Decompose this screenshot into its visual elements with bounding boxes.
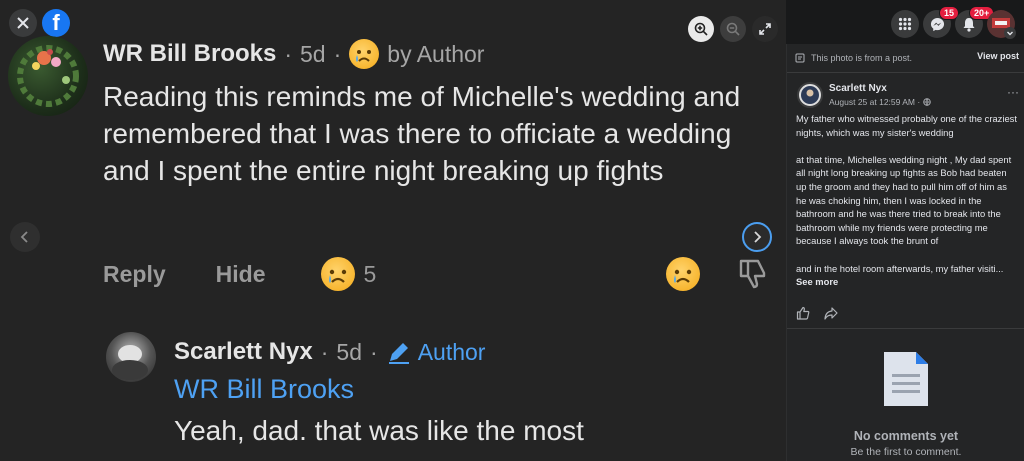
reply-author[interactable]: Scarlett Nyx xyxy=(174,338,313,366)
document-icon xyxy=(884,352,928,406)
top-navigation: 15 20+ xyxy=(786,0,1024,44)
author-tag: by Author xyxy=(387,40,485,67)
mentioned-user-link[interactable]: WR Bill Brooks xyxy=(174,374,354,405)
view-post-link[interactable]: View post xyxy=(977,51,1019,61)
divider xyxy=(787,72,1024,73)
photo-viewer: f WR Bill Brooks · 5d · by Author Readin… xyxy=(0,0,786,461)
hide-button[interactable]: Hide xyxy=(216,261,266,288)
author-badge: Author xyxy=(417,338,486,365)
zoom-out-icon xyxy=(726,22,740,36)
post-actions xyxy=(796,306,838,320)
no-comments-title: No comments yet xyxy=(853,429,959,443)
portrait-avatar-image xyxy=(112,345,148,380)
post-author-name[interactable]: Scarlett Nyx xyxy=(829,83,887,94)
divider xyxy=(787,328,1024,329)
zoom-out-button[interactable] xyxy=(720,16,746,42)
post-paragraph: and in the hotel room afterwards, my fat… xyxy=(796,262,1004,288)
chevron-down-icon xyxy=(1004,27,1016,39)
close-button[interactable] xyxy=(9,9,37,37)
chevron-left-icon xyxy=(20,231,28,243)
reply-time[interactable]: 5d xyxy=(336,339,362,366)
notice-text: This photo is from a post. xyxy=(811,53,913,63)
dislike-icon[interactable] xyxy=(738,257,768,289)
messenger-button[interactable]: 15 xyxy=(923,6,960,38)
floral-wreath-avatar-image xyxy=(17,45,79,107)
zoom-in-button[interactable] xyxy=(688,16,714,42)
account-button[interactable] xyxy=(987,10,1016,39)
commenter-avatar[interactable] xyxy=(8,36,88,116)
reply-text: Yeah, dad. that was like the most xyxy=(174,415,584,446)
fullscreen-button[interactable] xyxy=(752,16,778,42)
previous-photo-button[interactable] xyxy=(10,222,40,252)
globe-icon xyxy=(922,98,931,106)
reply-button[interactable]: Reply xyxy=(103,261,166,288)
pencil-icon xyxy=(388,343,409,364)
like-icon[interactable] xyxy=(796,306,810,320)
reply-header: Scarlett Nyx · 5d · Author xyxy=(174,338,486,366)
close-icon xyxy=(17,17,29,29)
post-timestamp[interactable]: August 25 at 12:59 AM · xyxy=(829,97,931,107)
photo-source-notice: This photo is from a post. View post xyxy=(795,50,1019,66)
notifications-button[interactable]: 20+ xyxy=(955,6,995,38)
more-options-icon[interactable]: ··· xyxy=(1007,85,1019,99)
reply-author-avatar[interactable] xyxy=(106,332,156,382)
comment-actions: Reply Hide 5 xyxy=(103,257,746,291)
comment-text: Reading this reminds me of Michelle's we… xyxy=(103,81,741,186)
sad-reaction-button-icon[interactable] xyxy=(666,257,701,291)
post-text: My father who witnessed probably one of … xyxy=(796,112,1018,289)
expand-icon xyxy=(759,23,771,35)
see-more-link[interactable]: See more xyxy=(796,276,838,287)
facebook-logo[interactable]: f xyxy=(42,9,70,37)
share-icon[interactable] xyxy=(824,306,838,320)
portrait-avatar-image xyxy=(801,86,819,104)
no-comments-subtitle: Be the first to comment. xyxy=(850,446,962,458)
post-paragraph: at that time, Michelles wedding night , … xyxy=(796,153,1012,247)
post-author-avatar[interactable] xyxy=(797,82,823,108)
grid-menu-icon xyxy=(898,17,912,31)
sad-reaction-icon[interactable] xyxy=(321,257,356,291)
post-icon xyxy=(795,53,805,63)
post-sidebar: This photo is from a post. View post Sca… xyxy=(786,44,1024,461)
chevron-right-icon xyxy=(754,231,762,243)
zoom-in-icon xyxy=(694,22,708,36)
comment-time[interactable]: 5d xyxy=(300,41,326,68)
comment-header: WR Bill Brooks · 5d · by Author xyxy=(103,39,485,69)
post-paragraph: My father who witnessed probably one of … xyxy=(796,113,1017,138)
reaction-count[interactable]: 5 xyxy=(363,261,376,288)
comment-author[interactable]: WR Bill Brooks xyxy=(103,40,276,68)
sad-emoji-icon xyxy=(349,39,380,69)
menu-button[interactable] xyxy=(891,10,919,38)
next-photo-button[interactable] xyxy=(742,222,772,252)
